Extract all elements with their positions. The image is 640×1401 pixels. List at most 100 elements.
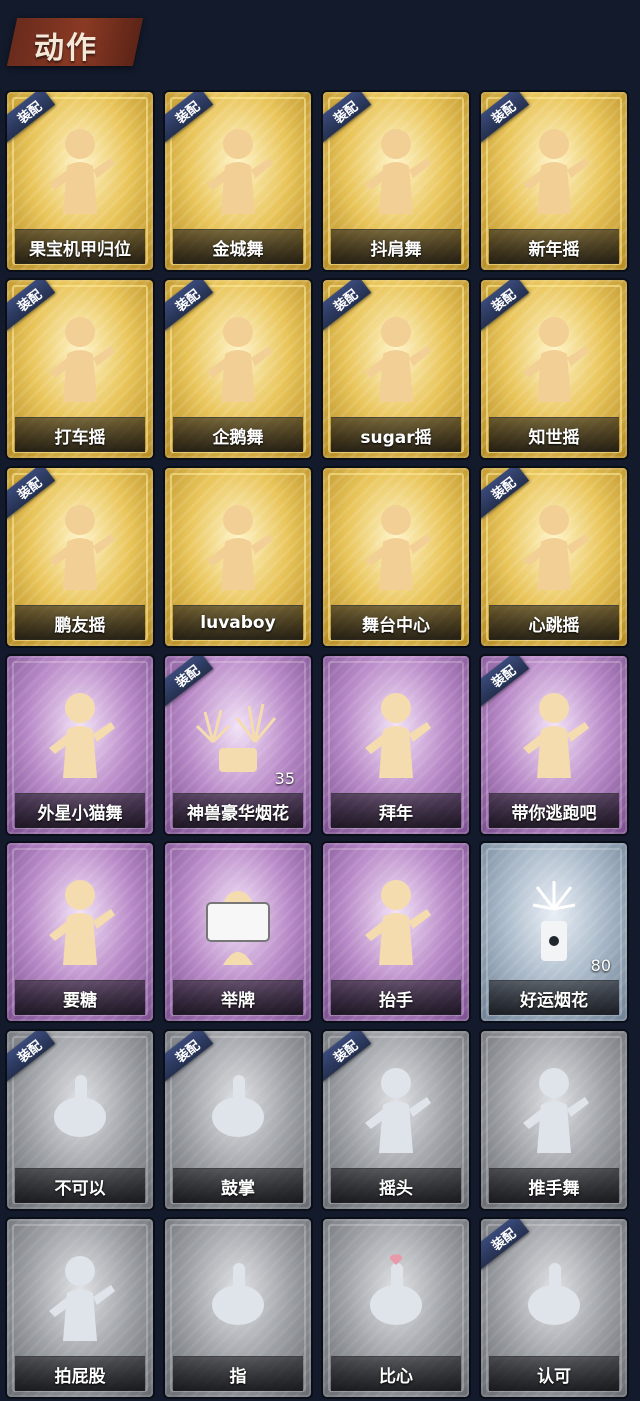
card-label: 果宝机甲归位 — [29, 239, 131, 260]
dancer-icon — [351, 306, 441, 406]
card-label-bar: 打车摇 — [15, 417, 145, 452]
action-card[interactable]: 不可以 装配 — [7, 1031, 153, 1209]
dancer-icon — [35, 682, 125, 782]
card-label: 神兽豪华烟花 — [187, 803, 289, 824]
card-label: 拍屁股 — [54, 1366, 106, 1387]
action-card[interactable]: 80 好运烟花 — [481, 843, 627, 1021]
sign-icon — [193, 869, 283, 969]
card-label: 知世摇 — [528, 427, 580, 448]
card-label-bar: 指 — [173, 1356, 303, 1391]
card-label-bar: 要糖 — [15, 980, 145, 1015]
card-label-bar: 摇头 — [331, 1168, 461, 1203]
dancer-icon — [509, 118, 599, 218]
action-card[interactable]: 知世摇 装配 — [481, 280, 627, 458]
dancer-icon — [35, 1245, 125, 1345]
dancer-icon — [509, 682, 599, 782]
card-label-bar: 推手舞 — [489, 1168, 619, 1203]
card-label: 鼓掌 — [221, 1178, 255, 1199]
action-card[interactable]: 拜年 — [323, 656, 469, 834]
dancer-icon — [351, 682, 441, 782]
card-label-bar: 比心 — [331, 1356, 461, 1391]
dancer-icon — [193, 306, 283, 406]
action-card[interactable]: 鼓掌 装配 — [165, 1031, 311, 1209]
card-label: 认可 — [537, 1366, 571, 1387]
dancer-icon — [351, 1057, 441, 1157]
page-title: 动作 — [34, 31, 98, 66]
action-card[interactable]: 带你逃跑吧 装配 — [481, 656, 627, 834]
action-card[interactable]: 打车摇 装配 — [7, 280, 153, 458]
action-card[interactable]: 新年摇 装配 — [481, 92, 627, 270]
dancer-icon — [351, 494, 441, 594]
card-label-bar: luvaboy — [173, 605, 303, 640]
card-label: 不可以 — [54, 1178, 106, 1199]
card-label-bar: 举牌 — [173, 980, 303, 1015]
action-card[interactable]: 外星小猫舞 — [7, 656, 153, 834]
dancer-icon — [509, 1057, 599, 1157]
card-label-bar: 外星小猫舞 — [15, 793, 145, 828]
card-label: 新年摇 — [528, 239, 580, 260]
action-card[interactable]: 心跳摇 装配 — [481, 468, 627, 646]
card-label-bar: 心跳摇 — [489, 605, 619, 640]
action-card[interactable]: 抬手 — [323, 843, 469, 1021]
card-label: 企鹅舞 — [212, 427, 264, 448]
card-label: 带你逃跑吧 — [511, 803, 597, 824]
dancer-icon — [351, 869, 441, 969]
dancer-icon — [509, 494, 599, 594]
card-label-bar: 认可 — [489, 1356, 619, 1391]
card-label: 抖肩舞 — [370, 239, 422, 260]
clap-icon — [193, 1057, 283, 1157]
action-card[interactable]: 比心 — [323, 1219, 469, 1397]
card-label-bar: 神兽豪华烟花 — [173, 793, 303, 828]
card-label-bar: 金城舞 — [173, 229, 303, 264]
card-label: 抬手 — [379, 990, 413, 1011]
card-label-bar: 知世摇 — [489, 417, 619, 452]
card-label: 舞台中心 — [362, 615, 430, 636]
action-card[interactable]: 35 神兽豪华烟花 装配 — [165, 656, 311, 834]
firework-can-icon — [509, 869, 599, 969]
card-label-bar: 鹏友摇 — [15, 605, 145, 640]
card-label-bar: 拜年 — [331, 793, 461, 828]
fireworks-icon — [193, 682, 283, 782]
action-card[interactable]: 指 — [165, 1219, 311, 1397]
dancer-icon — [193, 118, 283, 218]
action-card[interactable]: 举牌 — [165, 843, 311, 1021]
card-label-bar: sugar摇 — [331, 417, 461, 452]
action-card[interactable]: 企鹅舞 装配 — [165, 280, 311, 458]
card-label-bar: 不可以 — [15, 1168, 145, 1203]
card-label-bar: 带你逃跑吧 — [489, 793, 619, 828]
dancer-icon — [35, 869, 125, 969]
action-card[interactable]: 认可 装配 — [481, 1219, 627, 1397]
dancer-icon — [35, 494, 125, 594]
card-label: sugar摇 — [360, 427, 432, 448]
card-label: 金城舞 — [212, 239, 264, 260]
action-card[interactable]: 果宝机甲归位 装配 — [7, 92, 153, 270]
card-label: 好运烟花 — [520, 990, 588, 1011]
point-hand-icon — [193, 1245, 283, 1345]
card-label-bar: 抖肩舞 — [331, 229, 461, 264]
card-label: 心跳摇 — [528, 615, 580, 636]
card-label: 摇头 — [379, 1178, 413, 1199]
action-card[interactable]: 舞台中心 — [323, 468, 469, 646]
card-label-bar: 抬手 — [331, 980, 461, 1015]
action-card[interactable]: sugar摇 装配 — [323, 280, 469, 458]
action-card[interactable]: 摇头 装配 — [323, 1031, 469, 1209]
card-label: luvaboy — [200, 613, 276, 633]
thumbs-up-icon — [509, 1245, 599, 1345]
card-label-bar: 新年摇 — [489, 229, 619, 264]
card-label-bar: 好运烟花 — [489, 980, 619, 1015]
dancer-icon — [35, 306, 125, 406]
action-card[interactable]: 抖肩舞 装配 — [323, 92, 469, 270]
action-card[interactable]: 鹏友摇 装配 — [7, 468, 153, 646]
action-card[interactable]: 金城舞 装配 — [165, 92, 311, 270]
action-card[interactable]: 推手舞 — [481, 1031, 627, 1209]
dancer-icon — [351, 118, 441, 218]
card-label-bar: 舞台中心 — [331, 605, 461, 640]
action-card[interactable]: luvaboy — [165, 468, 311, 646]
item-count: 80 — [590, 956, 611, 975]
action-card[interactable]: 要糖 — [7, 843, 153, 1021]
card-label-bar: 拍屁股 — [15, 1356, 145, 1391]
action-card[interactable]: 拍屁股 — [7, 1219, 153, 1397]
card-label: 比心 — [379, 1366, 413, 1387]
card-label: 要糖 — [63, 990, 97, 1011]
header: 动作 — [0, 0, 640, 80]
